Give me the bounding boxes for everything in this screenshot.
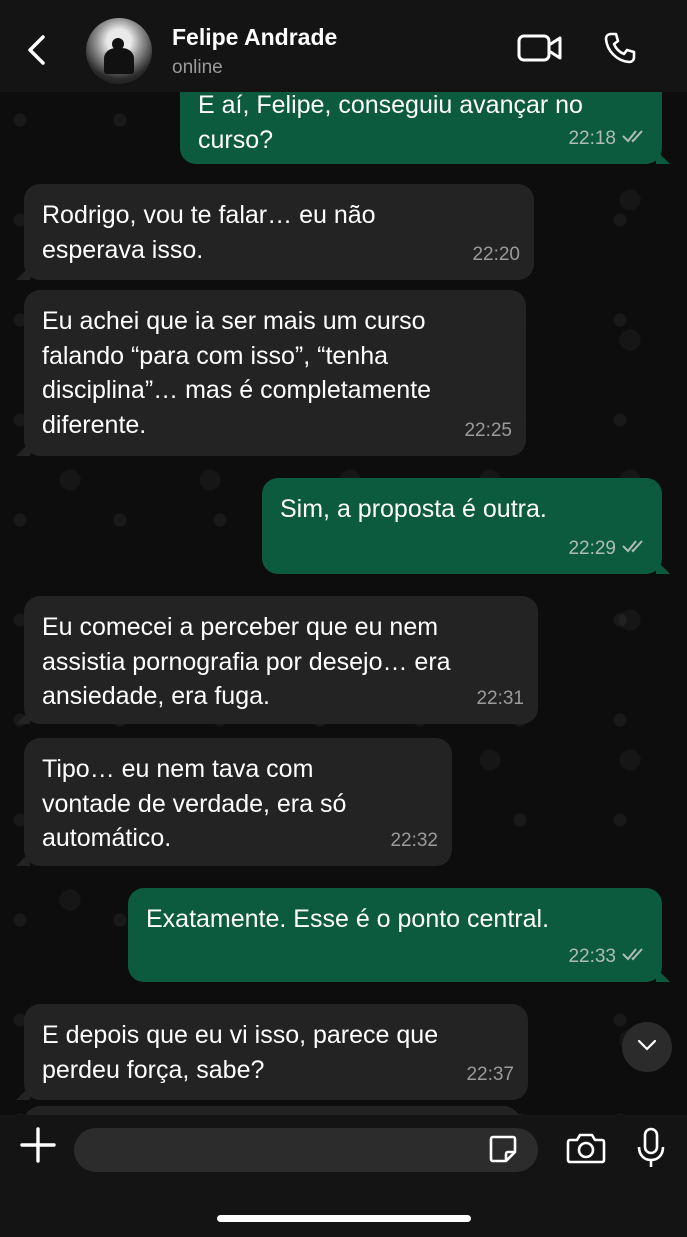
- bubble-tail: [656, 968, 670, 982]
- camera-icon: [566, 1132, 606, 1169]
- message-bubble-incoming[interactable]: Eu achei que ia ser mais um curso faland…: [16, 290, 526, 456]
- sticker-icon: [488, 1134, 518, 1169]
- message-time: 22:37: [466, 1063, 514, 1085]
- message-time: 22:32: [390, 829, 438, 851]
- message-meta: 22:31: [476, 682, 524, 717]
- message-meta: 22:25: [464, 414, 512, 449]
- contact-status: online: [172, 57, 223, 78]
- double-check-icon: [622, 122, 648, 157]
- bubble-tail: [16, 852, 30, 866]
- message-meta: 22:33: [568, 940, 648, 975]
- message-meta: 22:37: [466, 1058, 514, 1093]
- bubble-tail: [656, 560, 670, 574]
- bubble-tail: [16, 1086, 30, 1100]
- message-time: 22:31: [476, 687, 524, 709]
- message-meta: 22:32: [390, 824, 438, 859]
- phone-icon: [603, 31, 637, 70]
- video-call-button[interactable]: [515, 32, 565, 68]
- video-camera-icon: [517, 33, 563, 68]
- double-check-icon: [622, 940, 648, 975]
- double-check-icon: [622, 532, 648, 567]
- bubble-tail: [16, 442, 30, 456]
- bubble-tail: [16, 266, 30, 280]
- message-time: 22:18: [568, 127, 616, 149]
- message-time: 22:29: [568, 537, 616, 559]
- bubble-tail: [16, 710, 30, 724]
- message-composer: [0, 1115, 687, 1237]
- message-bubble-outgoing[interactable]: Sim, a proposta é outra. 22:29: [262, 478, 670, 574]
- message-meta: 22:20: [472, 238, 520, 273]
- sticker-button[interactable]: [486, 1134, 520, 1168]
- message-time: 22:25: [464, 419, 512, 441]
- message-bubble-incoming-partial[interactable]: [24, 1106, 520, 1115]
- camera-button[interactable]: [565, 1131, 607, 1169]
- microphone-button[interactable]: [634, 1127, 668, 1173]
- chevron-down-icon: [637, 1038, 657, 1056]
- contact-name[interactable]: Felipe Andrade: [172, 24, 337, 51]
- message-meta: 22:18: [568, 122, 648, 157]
- voice-call-button[interactable]: [600, 30, 640, 70]
- contact-avatar[interactable]: [86, 18, 152, 84]
- message-time: 22:20: [472, 243, 520, 265]
- back-button[interactable]: [18, 30, 54, 74]
- message-meta: 22:29: [568, 532, 648, 567]
- chat-screen: E aí, Felipe, conseguiu avançar no curso…: [0, 0, 687, 1237]
- plus-icon: [20, 1126, 56, 1168]
- message-bubble-incoming[interactable]: Rodrigo, vou te falar… eu não esperava i…: [16, 184, 534, 280]
- home-indicator[interactable]: [217, 1215, 471, 1222]
- message-bubble-incoming[interactable]: Tipo… eu nem tava com vontade de verdade…: [16, 738, 452, 866]
- message-bubble-outgoing[interactable]: Exatamente. Esse é o ponto central. 22:3…: [128, 888, 670, 982]
- message-text: Sim, a proposta é outra.: [280, 495, 547, 523]
- chat-header: Felipe Andrade online: [0, 0, 687, 92]
- message-bubble-incoming[interactable]: E depois que eu vi isso, parece que perd…: [16, 1004, 528, 1100]
- message-input[interactable]: [74, 1128, 538, 1172]
- microphone-icon: [636, 1127, 666, 1174]
- chevron-left-icon: [26, 34, 46, 71]
- chat-area[interactable]: E aí, Felipe, conseguiu avançar no curso…: [0, 0, 687, 1115]
- scroll-to-bottom-button[interactable]: [622, 1022, 672, 1072]
- bubble-tail: [656, 150, 670, 164]
- message-time: 22:33: [568, 945, 616, 967]
- message-text: Exatamente. Esse é o ponto central.: [146, 905, 550, 933]
- message-bubble-incoming[interactable]: Eu comecei a perceber que eu nem assisti…: [16, 596, 538, 724]
- attach-button[interactable]: [18, 1126, 58, 1168]
